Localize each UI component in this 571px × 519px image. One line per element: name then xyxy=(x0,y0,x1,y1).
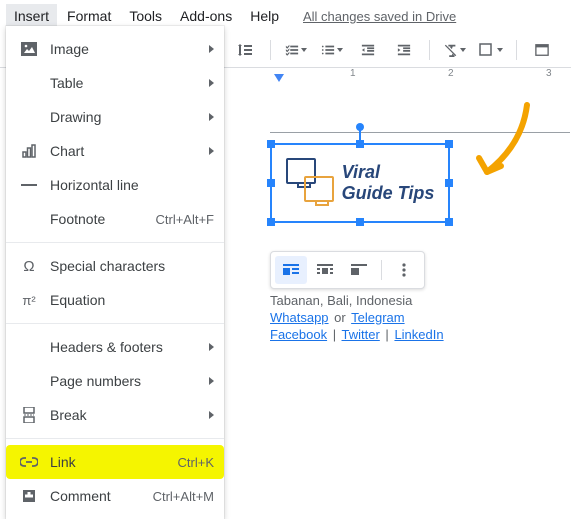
link-separator: | xyxy=(333,327,336,342)
submenu-arrow-icon xyxy=(209,45,214,53)
submenu-arrow-icon xyxy=(209,377,214,385)
menu-horizontal-line[interactable]: Horizontal line xyxy=(6,168,224,202)
menu-table[interactable]: Table xyxy=(6,66,224,100)
whatsapp-link[interactable]: Whatsapp xyxy=(270,310,329,325)
monitor-icon xyxy=(304,176,334,202)
wrap-text-button[interactable] xyxy=(309,256,341,284)
menu-shortcut: Ctrl+Alt+M xyxy=(153,489,214,504)
linkedin-link[interactable]: LinkedIn xyxy=(394,327,443,342)
menu-chart[interactable]: Chart xyxy=(6,134,224,168)
menu-label: Comment xyxy=(50,488,153,504)
menu-label: Equation xyxy=(50,292,214,308)
resize-handle-br[interactable] xyxy=(445,218,453,226)
resize-handle-tm[interactable] xyxy=(356,140,364,148)
wrap-inline-button[interactable] xyxy=(275,256,307,284)
wrap-break-button[interactable] xyxy=(343,256,375,284)
link-separator: or xyxy=(334,310,346,325)
insert-dropdown: Image Table Drawing Chart Horizontal lin… xyxy=(6,26,224,519)
menu-label: Image xyxy=(50,41,209,57)
chevron-down-icon xyxy=(460,48,466,52)
toolbar-divider xyxy=(381,260,382,280)
menu-image[interactable]: Image xyxy=(6,32,224,66)
submenu-arrow-icon xyxy=(209,343,214,351)
document-content: Viral Guide Tips Tabanan, Bali, xyxy=(270,132,570,342)
menu-separator xyxy=(6,242,224,243)
menu-tools[interactable]: Tools xyxy=(121,4,170,28)
menu-insert[interactable]: Insert xyxy=(6,4,57,28)
submenu-arrow-icon xyxy=(209,79,214,87)
menu-label: Page numbers xyxy=(50,373,209,389)
contact-links-row2: Facebook | Twitter | LinkedIn xyxy=(270,327,570,342)
selected-image[interactable]: Viral Guide Tips xyxy=(270,143,450,223)
blank-icon xyxy=(18,74,40,92)
address-text: Tabanan, Bali, Indonesia xyxy=(270,293,570,308)
menu-equation[interactable]: π² Equation xyxy=(6,283,224,317)
document-page[interactable]: Viral Guide Tips Tabanan, Bali, xyxy=(230,54,571,517)
menu-label: Special characters xyxy=(50,258,214,274)
chevron-down-icon xyxy=(497,48,503,52)
logo-text: Viral Guide Tips xyxy=(342,162,435,204)
logo-graphic xyxy=(286,158,336,208)
blank-icon xyxy=(18,338,40,356)
menu-link[interactable]: Link Ctrl+K xyxy=(6,445,224,479)
horizontal-line-icon xyxy=(18,176,40,194)
menu-format[interactable]: Format xyxy=(59,4,119,28)
resize-handle-mr[interactable] xyxy=(445,179,453,187)
menu-shortcut: Ctrl+Alt+F xyxy=(155,212,214,227)
facebook-link[interactable]: Facebook xyxy=(270,327,327,342)
menu-label: Headers & footers xyxy=(50,339,209,355)
menu-page-numbers[interactable]: Page numbers xyxy=(6,364,224,398)
image-floating-toolbar xyxy=(270,251,425,289)
submenu-arrow-icon xyxy=(209,113,214,121)
resize-handle-bm[interactable] xyxy=(356,218,364,226)
chart-icon xyxy=(18,142,40,160)
image-icon xyxy=(18,40,40,58)
resize-handle-bl[interactable] xyxy=(267,218,275,226)
save-status[interactable]: All changes saved in Drive xyxy=(303,9,456,24)
horizontal-rule xyxy=(270,132,570,133)
telegram-link[interactable]: Telegram xyxy=(351,310,404,325)
blank-icon xyxy=(18,372,40,390)
contact-links-row1: Whatsapp or Telegram xyxy=(270,310,570,325)
menu-label: Footnote xyxy=(50,211,155,227)
logo-line1: Viral xyxy=(342,162,435,183)
link-icon xyxy=(18,453,40,471)
blank-icon xyxy=(18,210,40,228)
chevron-down-icon xyxy=(301,48,307,52)
omega-icon: Ω xyxy=(18,257,40,275)
menu-special-characters[interactable]: Ω Special characters xyxy=(6,249,224,283)
submenu-arrow-icon xyxy=(209,411,214,419)
twitter-link[interactable]: Twitter xyxy=(342,327,380,342)
rotate-handle[interactable] xyxy=(356,123,364,131)
menu-comment[interactable]: Comment Ctrl+Alt+M xyxy=(6,479,224,513)
menu-shortcut: Ctrl+K xyxy=(178,455,214,470)
logo-line2: Guide Tips xyxy=(342,183,435,204)
menu-help[interactable]: Help xyxy=(242,4,287,28)
menu-label: Table xyxy=(50,75,209,91)
menu-headers-footers[interactable]: Headers & footers xyxy=(6,330,224,364)
menu-drawing[interactable]: Drawing xyxy=(6,100,224,134)
comment-icon xyxy=(18,487,40,505)
menu-footnote[interactable]: Footnote Ctrl+Alt+F xyxy=(6,202,224,236)
resize-handle-tr[interactable] xyxy=(445,140,453,148)
menu-label: Link xyxy=(50,454,178,470)
menu-break[interactable]: Break xyxy=(6,398,224,432)
resize-handle-ml[interactable] xyxy=(267,179,275,187)
resize-handle-tl[interactable] xyxy=(267,140,275,148)
blank-icon xyxy=(18,108,40,126)
image-more-options-button[interactable] xyxy=(388,256,420,284)
link-separator: | xyxy=(385,327,388,342)
menu-addons[interactable]: Add-ons xyxy=(172,4,240,28)
annotation-arrow-icon xyxy=(467,100,537,190)
menu-separator xyxy=(6,438,224,439)
pi-icon: π² xyxy=(18,291,40,309)
chevron-down-icon xyxy=(337,48,343,52)
page-break-icon xyxy=(18,406,40,424)
menu-label: Break xyxy=(50,407,209,423)
menu-label: Drawing xyxy=(50,109,209,125)
menu-label: Horizontal line xyxy=(50,177,214,193)
menu-label: Chart xyxy=(50,143,209,159)
menu-separator xyxy=(6,323,224,324)
submenu-arrow-icon xyxy=(209,147,214,155)
